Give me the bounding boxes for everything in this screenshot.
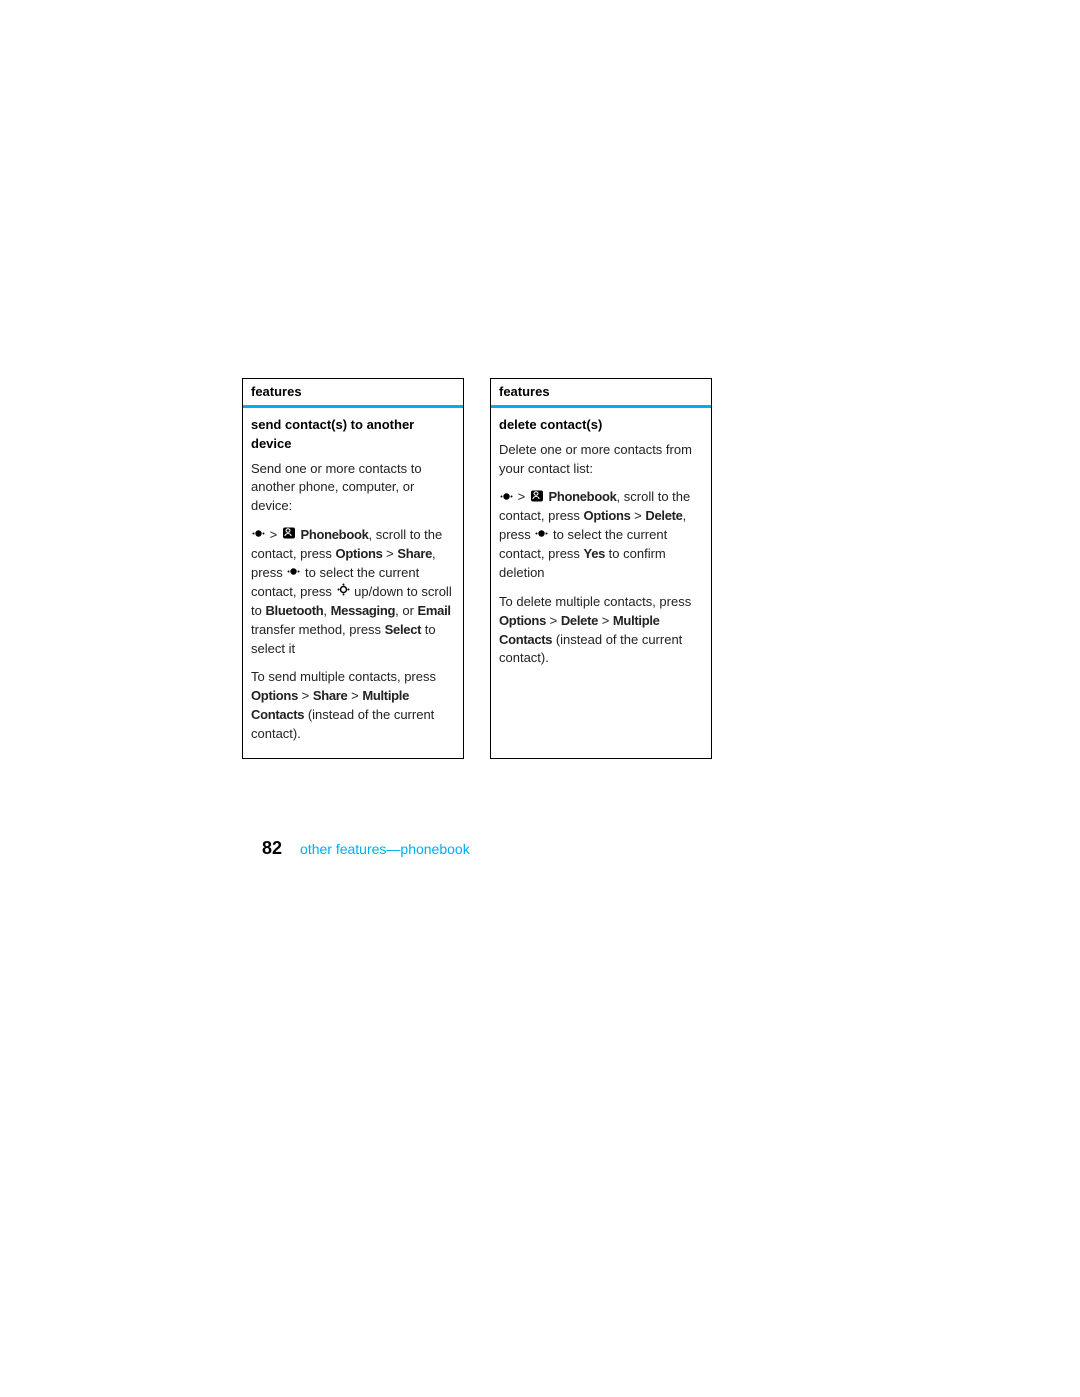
t: transfer method, press [251,622,385,637]
center-key-icon [287,564,300,583]
t: > [631,508,646,523]
page: features send contact(s) to another devi… [0,0,1080,1397]
t: Options [584,508,631,523]
t: Phonebook [300,527,368,542]
intro-paragraph: Send one or more contacts to another pho… [251,460,455,517]
subheading: send contact(s) to another device [251,416,455,454]
intro-paragraph: Delete one or more contacts from your co… [499,441,703,479]
t: Options [251,688,298,703]
t: , [323,603,330,618]
t: Email [418,603,451,618]
t: To delete multiple contacts, press [499,594,691,609]
phonebook-icon [530,489,544,508]
t: Select [385,622,422,637]
page-number: 82 [262,838,282,859]
t: Phonebook [548,489,616,504]
t: > [514,489,529,504]
center-key-icon [500,489,513,508]
feature-box-delete-contacts: features delete contact(s) Delete one or… [490,378,712,759]
multi-paragraph: To delete multiple contacts, press Optio… [499,593,703,668]
box-header: features [243,379,463,405]
t: Yes [584,546,606,561]
t: Share [397,546,432,561]
t: , or [395,603,417,618]
t: Delete [561,613,598,628]
t: > [546,613,561,628]
t: > [347,688,362,703]
t: > [298,688,313,703]
t: Messaging [331,603,395,618]
footer-section-title: other features—phonebook [300,841,470,857]
box-body: send contact(s) to another device Send o… [243,408,463,758]
multi-paragraph: To send multiple contacts, press Options… [251,668,455,743]
page-footer: 82 other features—phonebook [262,838,470,859]
feature-box-send-contacts: features send contact(s) to another devi… [242,378,464,759]
box-header: features [491,379,711,405]
t: > [266,527,281,542]
t: Options [499,613,546,628]
t: > [383,546,398,561]
center-key-icon [252,526,265,545]
t: Options [336,546,383,561]
steps-paragraph: > Phonebook, scroll to the contact, pres… [251,526,455,658]
content-columns: features send contact(s) to another devi… [242,378,712,759]
subheading: delete contact(s) [499,416,703,435]
phonebook-icon [282,526,296,545]
steps-paragraph: > Phonebook, scroll to the contact, pres… [499,488,703,583]
box-body: delete contact(s) Delete one or more con… [491,408,711,682]
nav-key-icon [337,583,350,602]
t: Bluetooth [265,603,323,618]
t: Delete [645,508,682,523]
t: To send multiple contacts, press [251,669,436,684]
t: Share [313,688,348,703]
t: > [598,613,613,628]
center-key-icon [535,526,548,545]
